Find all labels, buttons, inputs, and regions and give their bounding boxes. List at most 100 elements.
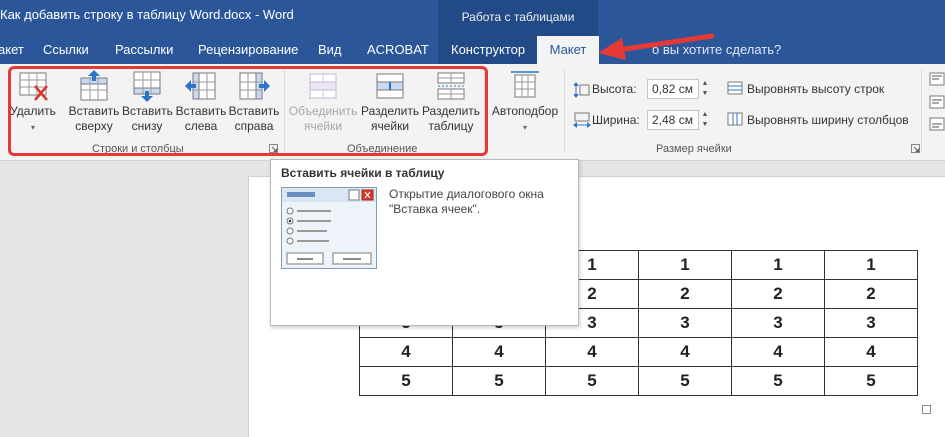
insert-above-label-2: сверху xyxy=(75,119,113,133)
distribute-columns-button[interactable]: Выровнять ширину столбцов xyxy=(727,112,909,127)
distribute-columns-icon xyxy=(727,112,743,126)
title-bar: Как добавить строку в таблицу Word.docx … xyxy=(0,0,945,36)
group-label-merge: Объединение xyxy=(347,143,418,155)
delete-label: Удалить xyxy=(10,104,56,118)
width-label: Ширина: xyxy=(592,113,640,127)
table-cell[interactable]: 5 xyxy=(359,366,453,396)
group-label-rows-columns: Строки и столбцы xyxy=(92,143,184,155)
distribute-rows-icon xyxy=(727,81,743,95)
merge-cells-label-2: ячейки xyxy=(303,119,343,133)
autofit-button[interactable]: Автоподбор ▾ xyxy=(490,70,560,135)
distribute-columns-label: Выровнять ширину столбцов xyxy=(747,113,909,127)
table-cell[interactable]: 3 xyxy=(824,308,918,338)
rows-columns-dialog-launcher-icon[interactable] xyxy=(269,144,278,153)
table-row: 4 4 4 4 4 4 xyxy=(359,337,918,367)
tab-mailings[interactable]: Рассылки xyxy=(115,42,173,57)
table-cell[interactable]: 5 xyxy=(824,366,918,396)
table-cell[interactable]: 4 xyxy=(824,337,918,367)
insert-above-button[interactable]: Вставить сверху xyxy=(68,70,120,134)
tooltip-description: Открытие диалогового окна "Вставка ячеек… xyxy=(389,187,569,217)
text-alignment-icons[interactable] xyxy=(929,72,945,132)
insert-row-below-icon xyxy=(133,71,161,102)
table-cell[interactable]: 4 xyxy=(359,337,453,367)
table-row: 5 5 5 5 5 5 xyxy=(359,366,918,396)
table-cell[interactable]: 5 xyxy=(452,366,546,396)
insert-right-label-1: Вставить xyxy=(228,104,280,118)
ribbon-tab-row: акет Ссылки Рассылки Рецензирование Вид … xyxy=(0,36,945,65)
insert-cells-dialog-preview-icon xyxy=(281,187,377,269)
ribbon: Удалить ▾ Вставить сверху Вставить снизу xyxy=(0,64,945,161)
split-table-button[interactable]: Разделить таблицу xyxy=(421,70,481,134)
group-separator xyxy=(484,70,485,152)
table-cell[interactable]: 1 xyxy=(731,250,825,280)
split-cells-label-2: ячейки xyxy=(370,119,410,133)
insert-below-label-2: снизу xyxy=(131,119,163,133)
tab-references[interactable]: Ссылки xyxy=(43,42,89,57)
insert-column-right-icon xyxy=(239,72,270,100)
merge-cells-label-1: Объединить xyxy=(288,104,358,118)
insert-left-button[interactable]: Вставить слева xyxy=(175,70,227,134)
tooltip-description-line-1: Открытие диалогового окна xyxy=(389,187,544,201)
row-height-spinner[interactable]: ▲ ▼ xyxy=(700,79,710,99)
column-width-icon xyxy=(573,112,591,128)
insert-row-above-icon xyxy=(80,70,108,101)
dropdown-chevron-icon: ▾ xyxy=(522,123,527,132)
tooltip-title: Вставить ячейки в таблицу xyxy=(281,166,445,180)
group-label-cell-size: Размер ячейки xyxy=(656,143,732,155)
group-separator xyxy=(284,70,285,152)
group-separator xyxy=(921,70,922,152)
row-height-icon xyxy=(574,82,590,98)
table-cell[interactable]: 5 xyxy=(545,366,639,396)
table-cell[interactable]: 5 xyxy=(638,366,732,396)
table-cell[interactable]: 1 xyxy=(824,250,918,280)
delete-table-icon xyxy=(19,72,48,101)
split-table-icon xyxy=(437,72,465,100)
row-height-input[interactable]: 0,82 см xyxy=(647,79,699,99)
insert-below-button[interactable]: Вставить снизу xyxy=(122,70,173,134)
table-cell[interactable]: 4 xyxy=(452,337,546,367)
red-arrow-annotation xyxy=(598,33,715,60)
insert-below-label-1: Вставить xyxy=(122,104,173,118)
split-table-label-2: таблицу xyxy=(428,119,474,133)
height-label: Высота: xyxy=(592,82,637,96)
distribute-rows-label: Выровнять высоту строк xyxy=(747,82,885,96)
insert-right-button[interactable]: Вставить справа xyxy=(228,70,280,134)
table-cell[interactable]: 2 xyxy=(731,279,825,309)
tab-review[interactable]: Рецензирование xyxy=(198,42,298,57)
split-cells-button[interactable]: Разделить ячейки xyxy=(361,70,419,134)
table-cell[interactable]: 2 xyxy=(824,279,918,309)
split-cells-label-1: Разделить xyxy=(361,104,420,118)
autofit-label: Автоподбор xyxy=(491,104,559,118)
merge-cells-button[interactable]: Объединить ячейки xyxy=(288,70,358,134)
insert-left-label-2: слева xyxy=(184,119,218,133)
merge-cells-icon xyxy=(309,73,337,99)
table-cell[interactable]: 1 xyxy=(638,250,732,280)
column-width-input[interactable]: 2,48 см xyxy=(647,110,699,130)
tab-design[interactable]: Конструктор xyxy=(451,42,525,57)
table-cell[interactable]: 3 xyxy=(731,308,825,338)
delete-button[interactable]: Удалить ▾ xyxy=(10,70,56,135)
tab-view[interactable]: Вид xyxy=(318,42,342,57)
table-cell[interactable]: 2 xyxy=(638,279,732,309)
tooltip-description-line-2: "Вставка ячеек". xyxy=(389,202,481,216)
window-title: Как добавить строку в таблицу Word.docx … xyxy=(0,7,294,22)
split-cells-icon xyxy=(376,73,404,99)
split-table-label-1: Разделить xyxy=(421,104,481,118)
table-cell[interactable]: 3 xyxy=(638,308,732,338)
insert-above-label-1: Вставить xyxy=(68,104,120,118)
distribute-rows-button[interactable]: Выровнять высоту строк xyxy=(727,81,884,96)
table-cell[interactable]: 4 xyxy=(545,337,639,367)
insert-column-left-icon xyxy=(185,72,216,100)
tab-layout-partial[interactable]: акет xyxy=(0,42,24,57)
table-cell[interactable]: 4 xyxy=(638,337,732,367)
table-cell[interactable]: 4 xyxy=(731,337,825,367)
tab-table-layout[interactable]: Макет xyxy=(537,36,599,65)
insert-right-label-2: справа xyxy=(234,119,274,133)
table-cell[interactable]: 5 xyxy=(731,366,825,396)
table-resize-handle[interactable] xyxy=(922,405,931,414)
cell-size-dialog-launcher-icon[interactable] xyxy=(911,144,920,153)
column-width-spinner[interactable]: ▲ ▼ xyxy=(700,110,710,130)
insert-left-label-1: Вставить xyxy=(175,104,227,118)
tab-acrobat[interactable]: ACROBAT xyxy=(367,42,429,57)
autofit-table-icon xyxy=(511,71,539,98)
